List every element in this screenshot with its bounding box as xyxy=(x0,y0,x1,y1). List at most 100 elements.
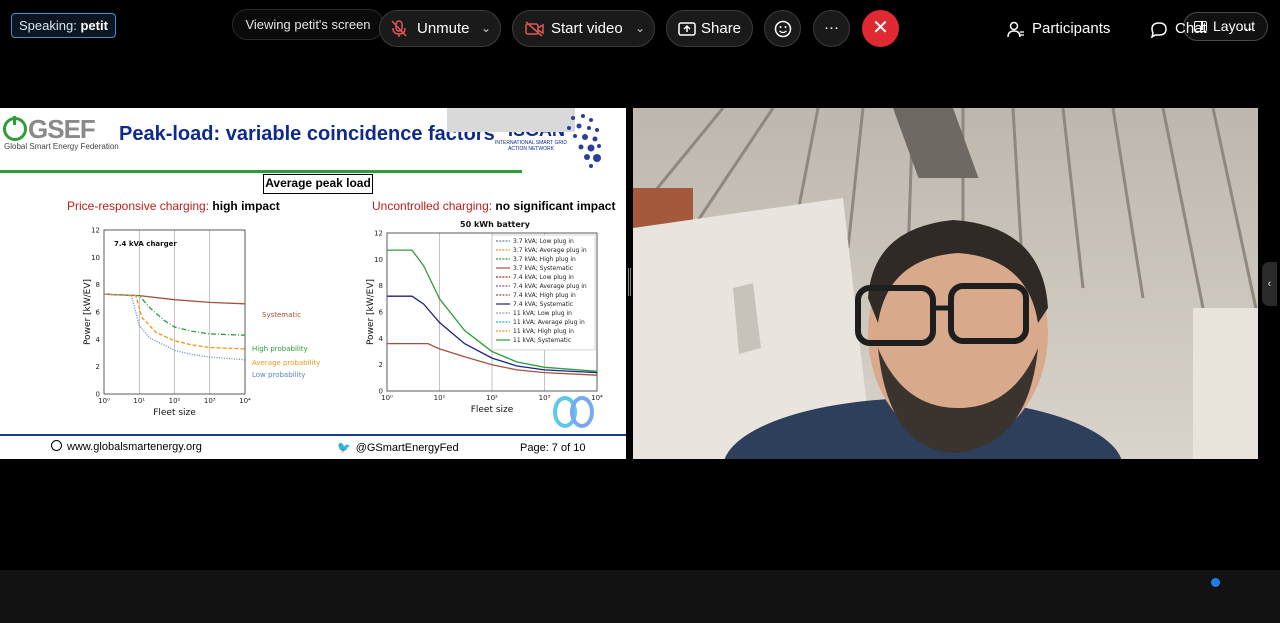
y-tick-label: 6 xyxy=(96,309,101,317)
legend-entry: 3.7 kVA; High plug in xyxy=(513,256,576,263)
chat-icon xyxy=(1150,22,1167,38)
series-annotation: High probability xyxy=(252,345,308,353)
logo-subtitle: Global Smart Energy Federation xyxy=(4,142,119,151)
left-chart-header: Price-responsive charging: high impact xyxy=(67,199,280,213)
viewing-screen-pill: Viewing petit's screen xyxy=(232,9,384,40)
chevron-down-icon[interactable]: ⌄ xyxy=(481,11,491,46)
unmute-label: Unmute xyxy=(417,20,470,37)
y-axis-label: Power [kW/EV] xyxy=(366,279,376,345)
x-tick-label: 10¹ xyxy=(434,394,446,402)
x-tick-label: 10² xyxy=(486,394,498,402)
title-rule xyxy=(0,170,522,173)
share-label: Share xyxy=(701,20,742,37)
left-header-colored: Price-responsive charging: xyxy=(67,199,210,213)
x-axis-label: Fleet size xyxy=(471,405,514,415)
meeting-toolbar xyxy=(0,570,1280,623)
chart-title: 50 kWh battery xyxy=(460,220,531,229)
x-tick-label: 10⁴ xyxy=(591,394,603,402)
power-icon xyxy=(3,116,27,141)
network-dots-icon xyxy=(567,114,601,168)
reactions-button[interactable] xyxy=(764,10,801,47)
x-tick-label: 10³ xyxy=(204,397,216,405)
y-tick-label: 4 xyxy=(379,335,384,343)
left-header-bold: high impact xyxy=(212,199,280,213)
peak-load-charts: 02468101210⁰ 10¹ 10² 10³ 10⁴Fleet sizePower … xyxy=(83,220,603,428)
chat-label: Chat xyxy=(1175,20,1207,37)
y-tick-label: 8 xyxy=(96,281,100,289)
footer-twitter-text: @GSmartEnergyFed xyxy=(355,442,459,454)
microphone-muted-icon xyxy=(391,20,407,37)
globe-icon xyxy=(51,440,62,451)
participants-label: Participants xyxy=(1032,20,1111,37)
chart-title: 7.4 kVA charger xyxy=(114,240,177,248)
series-annotation: Low probability xyxy=(252,371,305,379)
speaking-indicator: Speaking: petit xyxy=(11,13,116,38)
legend-entry: 11 kVA; Average plug in xyxy=(513,319,585,326)
start-video-label: Start video xyxy=(551,20,623,37)
footer-page: Page: 7 of 10 xyxy=(520,442,586,454)
side-panel-toggle[interactable]: ‹ xyxy=(1262,262,1277,306)
series-annotation: Average probability xyxy=(252,359,320,367)
chat-button[interactable]: Chat xyxy=(1150,10,1210,47)
speaking-prefix: Speaking: xyxy=(19,18,77,33)
unmute-button[interactable]: Unmute ⌄ xyxy=(379,10,501,47)
average-peak-load-label: Average peak load xyxy=(263,174,373,194)
camera-feed xyxy=(633,108,1258,459)
right-header-colored: Uncontrolled charging: xyxy=(372,199,493,213)
footer-website: www.globalsmartenergy.org xyxy=(51,440,202,453)
y-tick-label: 8 xyxy=(379,282,383,290)
share-button[interactable]: Share xyxy=(666,10,753,47)
start-video-button[interactable]: Start video ⌄ xyxy=(512,10,655,47)
chevron-down-icon[interactable]: ⌄ xyxy=(635,11,645,46)
legend-entry: 3.7 kVA; Systematic xyxy=(513,265,573,272)
overflow-menu-button[interactable]: ··· xyxy=(1240,10,1253,47)
y-tick-label: 2 xyxy=(96,363,100,371)
legend-entry: 7.4 kVA; Systematic xyxy=(513,301,573,308)
split-resize-handle[interactable] xyxy=(628,268,631,296)
footer-rule xyxy=(0,434,626,436)
x-tick-label: 10⁴ xyxy=(239,397,251,405)
x-tick-label: 10¹ xyxy=(133,397,145,405)
video-off-icon xyxy=(525,21,544,37)
right-chart-header: Uncontrolled charging: no significant im… xyxy=(372,199,615,213)
logo-text: GSEF xyxy=(28,114,96,144)
more-options-icon: ··· xyxy=(824,19,839,36)
legend-entry: 7.4 kVA; High plug in xyxy=(513,292,576,299)
speaker-name: petit xyxy=(80,18,108,33)
overflow-icon: ··· xyxy=(1240,21,1253,36)
legend-entry: 7.4 kVA; Low plug in xyxy=(513,274,574,281)
y-tick-label: 4 xyxy=(96,336,101,344)
y-tick-label: 12 xyxy=(91,227,100,235)
y-tick-label: 2 xyxy=(379,361,383,369)
y-tick-label: 12 xyxy=(374,230,383,238)
series-annotation: Systematic xyxy=(262,311,301,319)
x-tick-label: 10² xyxy=(169,397,181,405)
leave-meeting-button[interactable]: ✕ xyxy=(862,10,899,47)
share-screen-icon xyxy=(678,22,696,36)
twitter-icon: 🐦 xyxy=(337,442,351,454)
y-tick-label: 10 xyxy=(91,254,100,262)
legend-entry: 11 kVA; High plug in xyxy=(513,328,574,335)
legend-entry: 11 kVA; Low plug in xyxy=(513,310,572,317)
legend-entry: 3.7 kVA; Low plug in xyxy=(513,238,574,245)
right-header-bold: no significant impact xyxy=(495,199,616,213)
footer-twitter: 🐦 @GSmartEnergyFed xyxy=(337,441,459,454)
close-icon: ✕ xyxy=(872,17,889,39)
slide-title: Peak-load: variable coincidence factors xyxy=(119,123,495,145)
x-tick-label: 10⁰ xyxy=(381,394,393,402)
y-tick-label: 10 xyxy=(374,256,383,264)
more-options-button[interactable]: ··· xyxy=(813,10,850,47)
legend-entry: 3.7 kVA; Average plug in xyxy=(513,247,587,254)
x-tick-label: 10³ xyxy=(539,394,551,402)
gsef-logo: GSEF xyxy=(3,114,96,145)
footer-website-text: www.globalsmartenergy.org xyxy=(67,441,202,453)
participants-icon xyxy=(1007,21,1024,38)
participant-video xyxy=(633,108,1258,459)
shared-screen: GSEF Global Smart Energy Federation Peak… xyxy=(0,108,626,459)
legend-entry: 7.4 kVA; Average plug in xyxy=(513,283,587,290)
emoji-icon xyxy=(774,20,791,38)
legend-entry: 11 kVA; Systematic xyxy=(513,337,571,344)
y-tick-label: 6 xyxy=(379,309,384,317)
x-axis-label: Fleet size xyxy=(153,408,196,418)
unread-badge xyxy=(1211,578,1220,587)
